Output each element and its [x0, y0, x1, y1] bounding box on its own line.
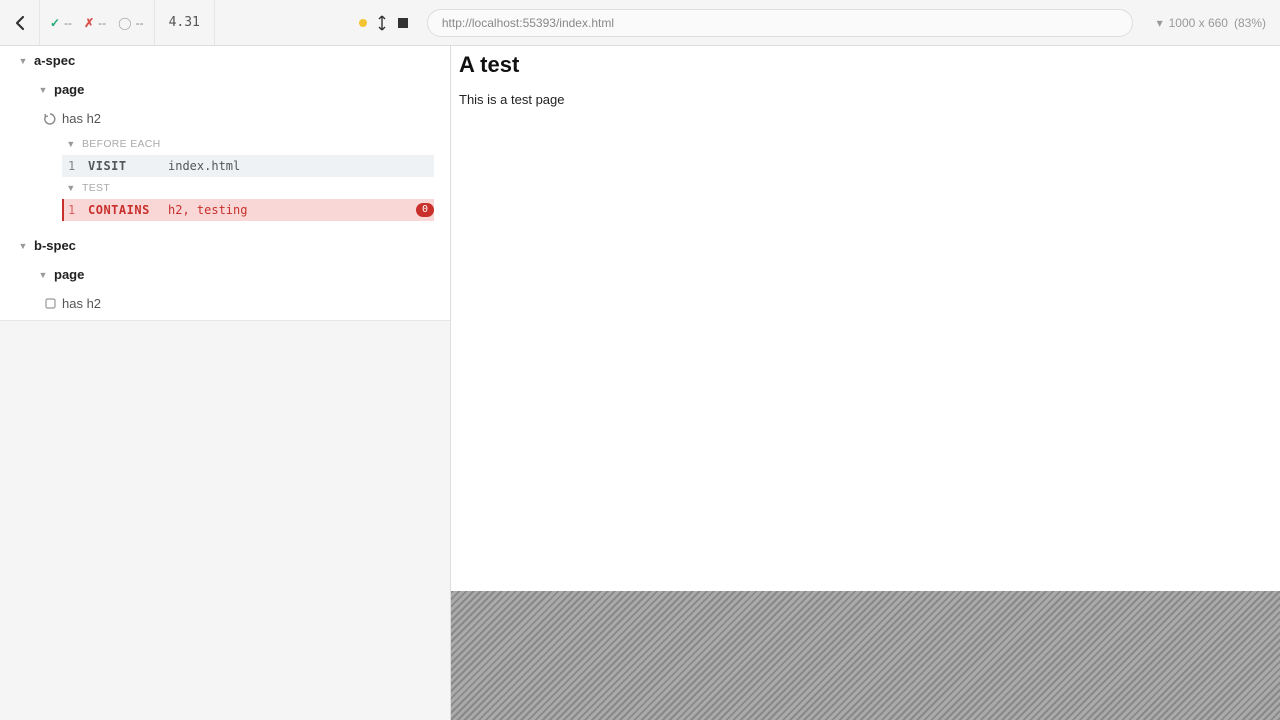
chevron-down-icon: ▾ — [1157, 16, 1163, 30]
passed-count: -- — [64, 16, 72, 30]
suite-row-page[interactable]: ▼ page — [0, 260, 450, 289]
pending-count: -- — [136, 16, 144, 30]
viewport-scale: (83%) — [1234, 16, 1266, 30]
run-timer-value: 4.31 — [169, 15, 200, 30]
chevron-down-icon: ▼ — [66, 183, 76, 193]
command-args: h2, testing — [168, 203, 247, 217]
viewport-size: 1000 x 660 — [1169, 16, 1228, 30]
url-input[interactable] — [427, 9, 1133, 37]
chevron-left-icon — [14, 15, 26, 31]
viewport-info[interactable]: ▾ 1000 x 660 (83%) — [1143, 0, 1280, 45]
selector-playground-button[interactable] — [377, 15, 387, 31]
failed-stat: ✗ -- — [84, 16, 106, 30]
spec-row-a-spec[interactable]: ▼ a-spec — [0, 46, 450, 75]
chevron-down-icon: ▼ — [18, 241, 28, 251]
pending-icon — [44, 298, 56, 310]
failed-count: -- — [98, 16, 106, 30]
test-title: has h2 — [62, 296, 101, 311]
suite-title: page — [54, 267, 84, 282]
back-button[interactable] — [0, 0, 40, 45]
stop-button[interactable] — [397, 17, 409, 29]
x-icon: ✗ — [84, 16, 94, 30]
spec-row-b-spec[interactable]: ▼ b-spec — [0, 231, 450, 260]
page-heading: A test — [459, 52, 1272, 78]
url-bar — [417, 0, 1143, 45]
test-row-has-h2[interactable]: has h2 — [0, 104, 450, 133]
suite-row-page[interactable]: ▼ page — [0, 75, 450, 104]
chevron-down-icon: ▼ — [38, 270, 48, 280]
spec-title: a-spec — [34, 53, 75, 68]
command-log-sidebar: ▼ a-spec ▼ page has h2 ▼ BEFORE EACH 1 V… — [0, 46, 450, 720]
preview-controls — [351, 0, 417, 45]
app-preview-pane: A test This is a test page — [450, 46, 1280, 720]
running-icon — [44, 113, 56, 125]
suite-title: page — [54, 82, 84, 97]
spec-title: b-spec — [34, 238, 76, 253]
command-number: 1 — [68, 159, 88, 173]
test-row-has-h2-pending[interactable]: has h2 — [0, 289, 450, 318]
command-row-contains[interactable]: 1 CONTAINS h2, testing 0 — [62, 199, 434, 221]
command-name: VISIT — [88, 159, 168, 173]
command-count-badge: 0 — [416, 203, 434, 217]
chevron-down-icon: ▼ — [18, 56, 28, 66]
chevron-down-icon: ▼ — [38, 85, 48, 95]
run-stats: ✓ -- ✗ -- ◯ -- — [40, 0, 155, 45]
check-icon: ✓ — [50, 16, 60, 30]
header-toolbar: ✓ -- ✗ -- ◯ -- 4.31 ▾ 1000 x 660 (83%) — [0, 0, 1280, 46]
page-body-text: This is a test page — [459, 92, 1272, 107]
app-iframe[interactable]: A test This is a test page — [451, 46, 1280, 591]
passed-stat: ✓ -- — [50, 16, 72, 30]
run-timer: 4.31 — [155, 0, 215, 45]
status-dot-icon — [359, 19, 367, 27]
command-name: CONTAINS — [88, 203, 168, 217]
section-label-before-each: ▼ BEFORE EACH — [0, 133, 450, 155]
command-number: 1 — [68, 203, 88, 217]
chevron-down-icon: ▼ — [66, 139, 76, 149]
test-title: has h2 — [62, 111, 101, 126]
circle-icon: ◯ — [118, 16, 131, 30]
command-args: index.html — [168, 159, 240, 173]
viewport-overflow-area — [451, 591, 1280, 720]
section-label-test: ▼ TEST — [0, 177, 450, 199]
pending-stat: ◯ -- — [118, 16, 143, 30]
command-row-visit[interactable]: 1 VISIT index.html — [62, 155, 434, 177]
